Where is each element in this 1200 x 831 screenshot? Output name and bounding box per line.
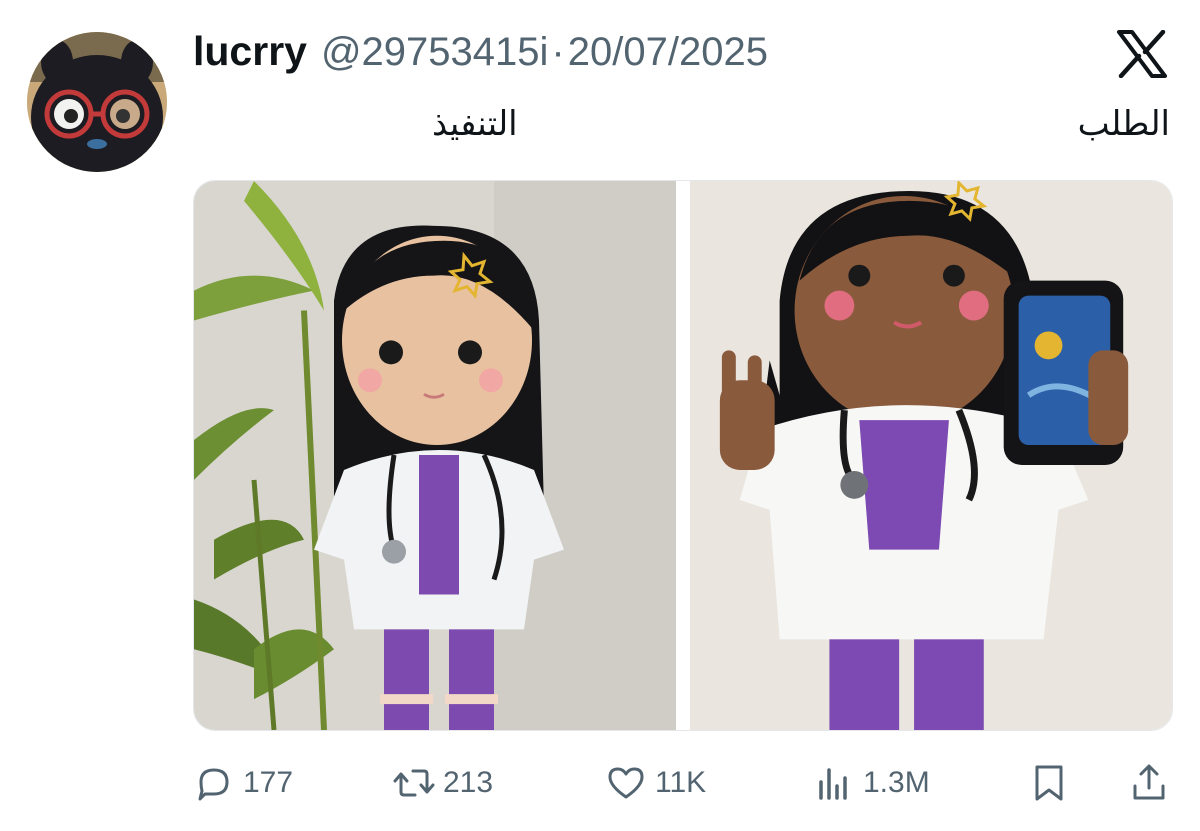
caption-execution: التنفيذ — [432, 104, 518, 144]
action-bar: 177 213 11K 1.3M — [193, 757, 1173, 809]
media-divider — [676, 181, 690, 730]
author-name[interactable]: lucrry — [193, 28, 307, 75]
reply-button[interactable]: 177 — [193, 757, 293, 809]
media-grid — [193, 180, 1173, 731]
repost-count: 213 — [443, 766, 494, 799]
photo-crochet-doll-result[interactable] — [194, 181, 676, 730]
like-count: 11K — [655, 766, 707, 799]
author-avatar[interactable] — [27, 32, 167, 172]
x-logo-icon[interactable] — [1116, 29, 1168, 79]
header-separator: · — [551, 30, 565, 74]
author-handle[interactable]: @29753415i — [321, 30, 548, 75]
repost-button[interactable]: 213 — [393, 757, 493, 809]
view-count: 1.3M — [863, 766, 930, 799]
like-button[interactable]: 11K — [605, 757, 706, 809]
comment-bubble-icon — [198, 768, 229, 801]
repost-arrows-icon — [393, 769, 435, 797]
avatar-image — [27, 32, 167, 172]
bar-chart-icon — [819, 768, 847, 800]
post-header: lucrry @29753415i · 20/07/2025 — [193, 28, 768, 75]
caption-request: الطلب — [1077, 104, 1170, 144]
share-upload-icon — [1133, 764, 1165, 800]
reply-count: 177 — [243, 766, 294, 799]
photo-crochet-doll-request[interactable] — [690, 181, 1172, 730]
heart-icon — [608, 767, 644, 799]
share-button[interactable] — [1128, 757, 1170, 809]
bookmark-icon — [1035, 765, 1063, 801]
post-date[interactable]: 20/07/2025 — [568, 30, 768, 75]
bookmark-button[interactable] — [1028, 757, 1070, 809]
views-button[interactable]: 1.3M — [813, 757, 930, 809]
